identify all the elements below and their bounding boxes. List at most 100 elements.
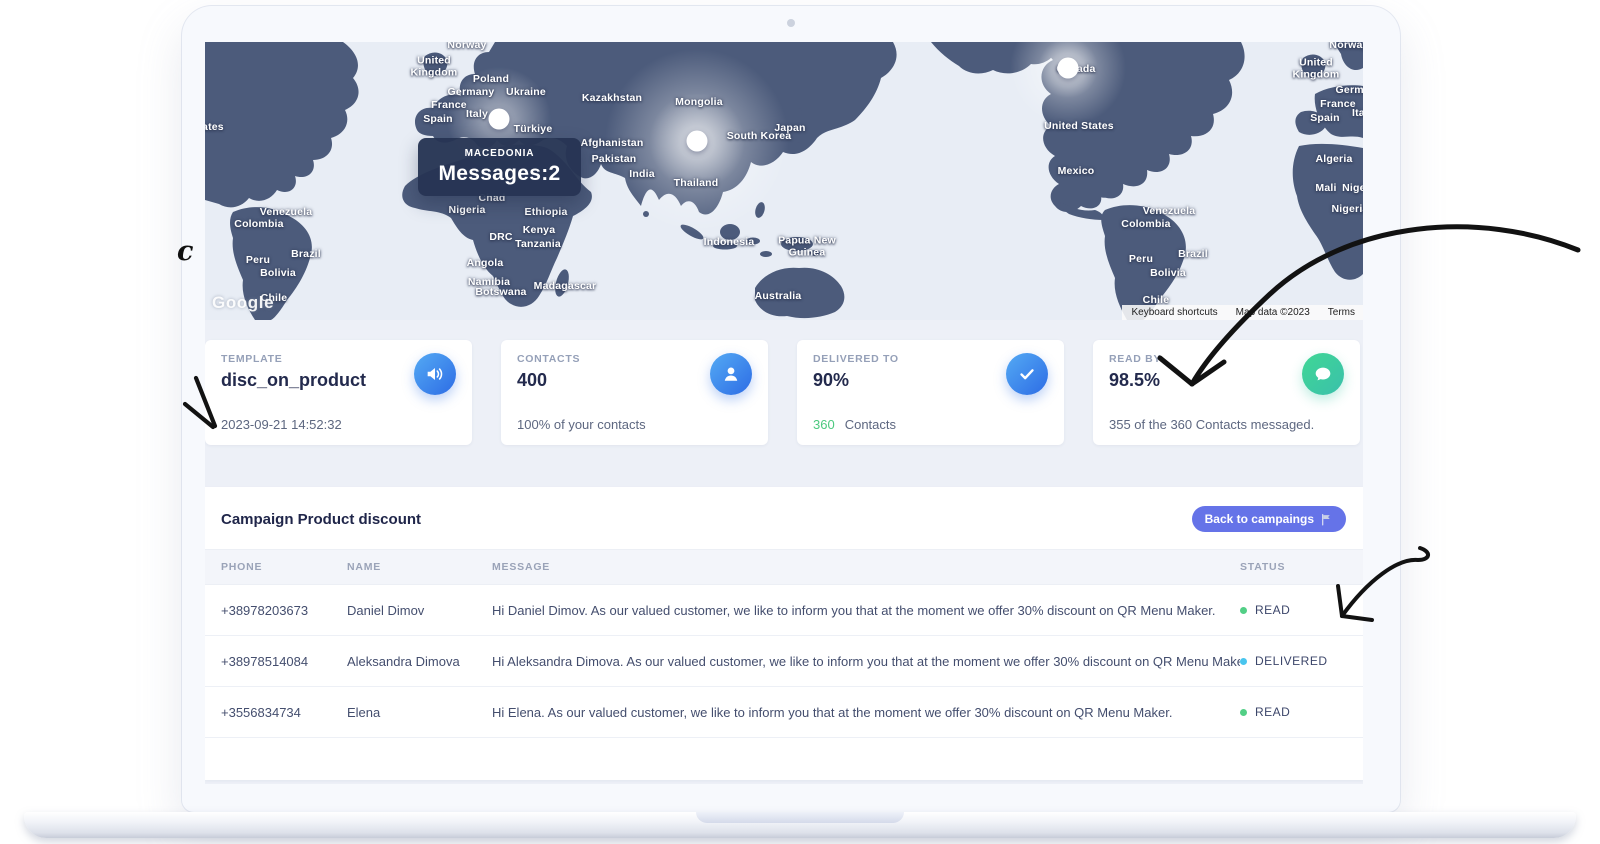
map-country-label: Ethiopia bbox=[524, 207, 567, 219]
map-country-label: Niger bbox=[1342, 183, 1363, 195]
map-country-label: Papua New Guinea bbox=[775, 235, 839, 259]
map-country-label: Germany bbox=[448, 87, 495, 99]
cell-phone: +3556834734 bbox=[221, 705, 347, 720]
cell-name: Elena bbox=[347, 705, 492, 720]
map-country-label: Venezuela bbox=[1143, 206, 1196, 218]
map-country-label: Pakistan bbox=[592, 154, 637, 166]
map-country-label: Norway bbox=[1329, 42, 1363, 52]
cell-phone: +38978514084 bbox=[221, 654, 347, 669]
campaign-header: Campaign Product discount Back to campai… bbox=[205, 487, 1363, 549]
terms-link[interactable]: Terms bbox=[1328, 307, 1355, 318]
map-country-label: Nigeria bbox=[449, 205, 486, 217]
chat-icon bbox=[1302, 353, 1344, 395]
map-country-label: United States bbox=[1044, 121, 1114, 133]
megaphone-icon bbox=[414, 353, 456, 395]
campaign-panel: Campaign Product discount Back to campai… bbox=[205, 487, 1363, 780]
laptop-screen: NorwayUnited KingdomPolandGermanyUkraine… bbox=[182, 6, 1400, 812]
map-country-label: Spain bbox=[1310, 113, 1340, 125]
column-header-name: NAME bbox=[347, 561, 492, 573]
table-row: +3556834734 Elena Hi Elena. As our value… bbox=[205, 687, 1363, 738]
map-country-label: Venezuela bbox=[260, 207, 313, 219]
map-country-label: Mongolia bbox=[675, 97, 723, 109]
laptop-hinge-notch bbox=[696, 812, 904, 823]
map-country-label: Bolivia bbox=[260, 268, 296, 280]
map-country-label: Bolivia bbox=[1150, 268, 1186, 280]
map-country-label: Colombia bbox=[234, 219, 283, 231]
cell-name: Aleksandra Dimova bbox=[347, 654, 492, 669]
back-to-campaigns-button[interactable]: Back to campaings bbox=[1192, 506, 1346, 532]
google-logo: Google bbox=[212, 293, 274, 313]
column-header-phone: PHONE bbox=[221, 561, 347, 573]
stat-card-delivered: DELIVERED TO 90% 360Contacts bbox=[797, 340, 1064, 445]
stat-subtext: 355 of the 360 Contacts messaged. bbox=[1109, 417, 1314, 432]
delivered-label: Contacts bbox=[845, 417, 896, 432]
stat-card-read: READ BY 98.5% 355 of the 360 Contacts me… bbox=[1093, 340, 1360, 445]
map-country-label: United States bbox=[205, 122, 224, 134]
map-country-label: Kazakhstan bbox=[582, 93, 642, 105]
map-country-label: Australia bbox=[755, 291, 802, 303]
stat-subtext: 360 Contacts bbox=[813, 417, 896, 432]
table-row: +38978203673 Daniel Dimov Hi Daniel Dimo… bbox=[205, 585, 1363, 636]
stat-subtext: 2023-09-21 14:52:32 bbox=[221, 417, 342, 432]
stat-card-template: TEMPLATE disc_on_product 2023-09-21 14:5… bbox=[205, 340, 472, 445]
map-country-label: Nigeria bbox=[1332, 204, 1364, 216]
tooltip-country: MACEDONIA bbox=[465, 148, 535, 159]
map-data-copyright: Map data ©2023 bbox=[1236, 307, 1310, 318]
map-country-label: United Kingdom bbox=[410, 55, 458, 79]
status-label: READ bbox=[1255, 705, 1290, 719]
stats-row: TEMPLATE disc_on_product 2023-09-21 14:5… bbox=[205, 340, 1363, 445]
stat-subtext: 100% of your contacts bbox=[517, 417, 646, 432]
status-dot bbox=[1240, 709, 1247, 716]
tooltip-messages: Messages:2 bbox=[438, 162, 560, 186]
cell-message: Hi Elena. As our valued customer, we lik… bbox=[492, 705, 1240, 720]
map-country-label: Peru bbox=[1129, 254, 1153, 266]
map-country-label: Mali bbox=[1315, 183, 1336, 195]
map-country-label: Afghanistan bbox=[581, 138, 644, 150]
map-country-label: Poland bbox=[473, 74, 509, 86]
map-country-label: Tanzania bbox=[515, 239, 561, 251]
map-country-label: Spain bbox=[423, 114, 453, 126]
keyboard-shortcuts-link[interactable]: Keyboard shortcuts bbox=[1132, 307, 1218, 318]
map-country-label: France bbox=[1320, 99, 1356, 111]
map-country-label: South Korea bbox=[727, 131, 792, 143]
dashboard: NorwayUnited KingdomPolandGermanyUkraine… bbox=[205, 42, 1363, 784]
status-dot bbox=[1240, 658, 1247, 665]
cell-status: DELIVERED bbox=[1240, 654, 1347, 668]
check-icon bbox=[1006, 353, 1048, 395]
map-country-label: Kenya bbox=[523, 225, 556, 237]
table-header-row: PHONE NAME MESSAGE STATUS bbox=[205, 549, 1363, 585]
table-row: +38978514084 Aleksandra Dimova Hi Aleksa… bbox=[205, 636, 1363, 687]
map-country-label: Italy bbox=[466, 109, 488, 121]
world-map[interactable]: NorwayUnited KingdomPolandGermanyUkraine… bbox=[205, 42, 1363, 320]
cell-phone: +38978203673 bbox=[221, 603, 347, 618]
marketing-composite: NorwayUnited KingdomPolandGermanyUkraine… bbox=[0, 0, 1600, 844]
map-country-label: India bbox=[629, 169, 655, 181]
delivered-count: 360 bbox=[813, 417, 835, 432]
map-marker[interactable] bbox=[687, 131, 708, 152]
map-attribution: Keyboard shortcuts Map data ©2023 Terms bbox=[1122, 305, 1364, 320]
map-country-label: Peru bbox=[246, 255, 270, 267]
map-country-label: Italy bbox=[1352, 108, 1363, 120]
map-country-label: Norway bbox=[447, 42, 486, 52]
column-header-status: STATUS bbox=[1240, 561, 1347, 573]
status-label: READ bbox=[1255, 603, 1290, 617]
map-country-label: DRC bbox=[489, 232, 512, 244]
map-country-label: Thailand bbox=[674, 178, 719, 190]
map-country-label: Germany bbox=[1336, 85, 1363, 97]
map-country-label: Mexico bbox=[1058, 166, 1095, 178]
map-country-label: Algeria bbox=[1316, 154, 1353, 166]
map-country-label: United Kingdom bbox=[1292, 57, 1340, 81]
map-country-label: Indonesia bbox=[704, 237, 755, 249]
map-country-label: Angola bbox=[467, 258, 504, 270]
map-country-label: Türkiye bbox=[514, 124, 553, 136]
map-landmass bbox=[205, 42, 1363, 320]
cell-status: READ bbox=[1240, 705, 1347, 719]
map-country-label: Madagascar bbox=[534, 281, 597, 293]
back-button-label: Back to campaings bbox=[1205, 512, 1314, 526]
column-header-message: MESSAGE bbox=[492, 561, 1240, 573]
map-marker[interactable] bbox=[1058, 58, 1079, 79]
map-country-label: Ukraine bbox=[506, 87, 546, 99]
webcam-dot bbox=[787, 19, 795, 27]
laptop-base bbox=[24, 812, 1576, 838]
map-marker[interactable] bbox=[489, 109, 510, 130]
